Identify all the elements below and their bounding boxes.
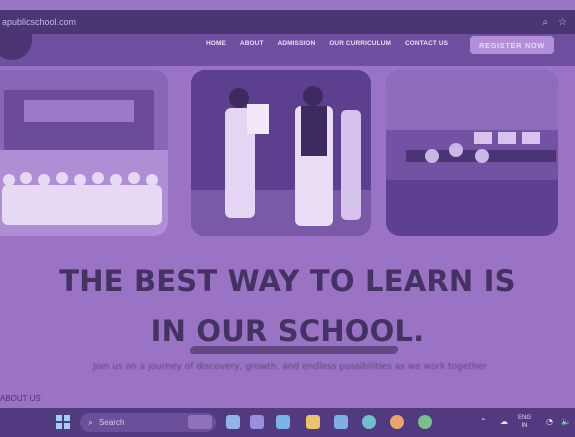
photo-school-building — [0, 70, 168, 236]
language-indicator[interactable]: ENG IN — [518, 414, 531, 430]
lang-bottom: IN — [521, 423, 528, 429]
edge-icon[interactable] — [362, 415, 376, 429]
chrome-icon[interactable] — [390, 415, 404, 429]
star-icon[interactable]: ☆ — [558, 17, 567, 28]
search-icon: ⌕ — [88, 417, 94, 428]
main-nav: HOME ABOUT ADMISSION OUR CURRICULUM CONT… — [206, 40, 448, 47]
browser-address-bar[interactable]: apublicschool.com ⌕ ☆ — [0, 10, 575, 34]
wifi-icon[interactable]: ◔ — [546, 417, 553, 426]
chat-icon[interactable] — [226, 415, 240, 429]
volume-icon[interactable]: 🔈 — [561, 417, 571, 426]
zoom-icon[interactable]: ⌕ — [542, 17, 548, 28]
windows-taskbar: ⌕ Search ⌃ ☁ ENG IN ◔ 🔈 — [0, 408, 575, 437]
nav-about[interactable]: ABOUT — [240, 40, 264, 47]
school-logo[interactable] — [0, 34, 32, 60]
widgets-icon[interactable] — [188, 415, 212, 429]
nav-admission[interactable]: ADMISSION — [278, 40, 316, 47]
url-text[interactable]: apublicschool.com — [2, 17, 76, 27]
hero-headline: THE BEST WAY TO LEARN IS IN OUR SCHOOL. — [0, 256, 575, 356]
nav-our-curriculum[interactable]: OUR CURRICULUM — [329, 40, 391, 47]
site-header: HOME ABOUT ADMISSION OUR CURRICULUM CONT… — [0, 34, 575, 66]
brush-underline — [189, 346, 399, 354]
weather-icon[interactable]: ☁ — [500, 417, 508, 426]
windows-start-icon[interactable] — [56, 415, 70, 429]
search-placeholder: Search — [99, 418, 125, 427]
tray-chevron-icon[interactable]: ⌃ — [480, 417, 487, 426]
headline-line-1: THE BEST WAY TO LEARN IS — [59, 264, 516, 298]
photo-computer-lab — [386, 70, 558, 236]
hero-subtext: Join us on a journey of discovery, growt… — [93, 362, 487, 372]
store-icon[interactable] — [334, 415, 348, 429]
chrome-profile-icon[interactable] — [418, 415, 432, 429]
photo-award-ceremony — [191, 70, 371, 236]
file-explorer-icon[interactable] — [306, 415, 320, 429]
vscode-icon[interactable] — [276, 415, 290, 429]
register-now-button[interactable]: REGISTER NOW — [470, 36, 554, 54]
address-bar-icons: ⌕ ☆ — [542, 17, 567, 28]
teams-icon[interactable] — [250, 415, 264, 429]
lang-top: ENG — [518, 415, 532, 421]
about-us-heading: ABOUT US — [0, 394, 41, 403]
nav-contact-us[interactable]: CONTACT US — [405, 40, 448, 47]
nav-home[interactable]: HOME — [206, 40, 226, 47]
